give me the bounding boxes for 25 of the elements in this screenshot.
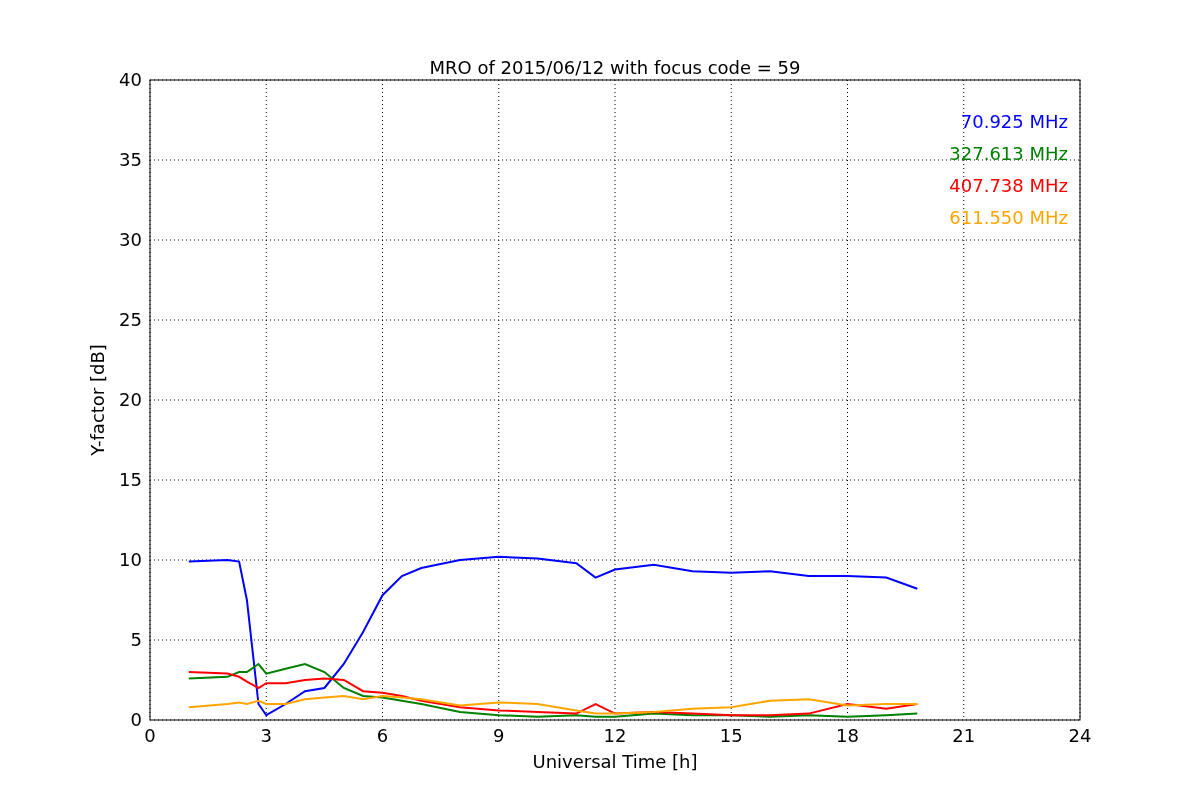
axis-label: Universal Time [h] <box>532 751 698 772</box>
tick-label: 5 <box>130 629 142 650</box>
tick-label: 10 <box>119 549 142 570</box>
tick-label: 24 <box>1068 725 1092 746</box>
tick-label: 40 <box>119 69 142 90</box>
tick-label: 20 <box>119 389 142 410</box>
tick-label: 9 <box>493 725 505 746</box>
tick-label: 35 <box>119 149 142 170</box>
legend-label: 327.613 MHz <box>949 143 1068 164</box>
tick-label: 15 <box>719 725 743 746</box>
tick-label: 21 <box>952 725 976 746</box>
chart-title: MRO of 2015/06/12 with focus code = 59 <box>429 57 801 78</box>
axis-label: Y-factor [dB] <box>87 344 108 456</box>
legend-label: 611.550 MHz <box>949 207 1068 228</box>
tick-label: 0 <box>130 709 142 730</box>
tick-label: 30 <box>119 229 142 250</box>
tick-label: 6 <box>376 725 389 746</box>
tick-label: 15 <box>119 469 142 490</box>
tick-label: 18 <box>836 725 859 746</box>
legend-label: 70.925 MHz <box>960 111 1068 132</box>
tick-label: 0 <box>144 725 156 746</box>
tick-label: 25 <box>119 309 142 330</box>
tick-label: 3 <box>260 725 272 746</box>
tick-label: 12 <box>603 725 627 746</box>
legend-label: 407.738 MHz <box>949 175 1068 196</box>
